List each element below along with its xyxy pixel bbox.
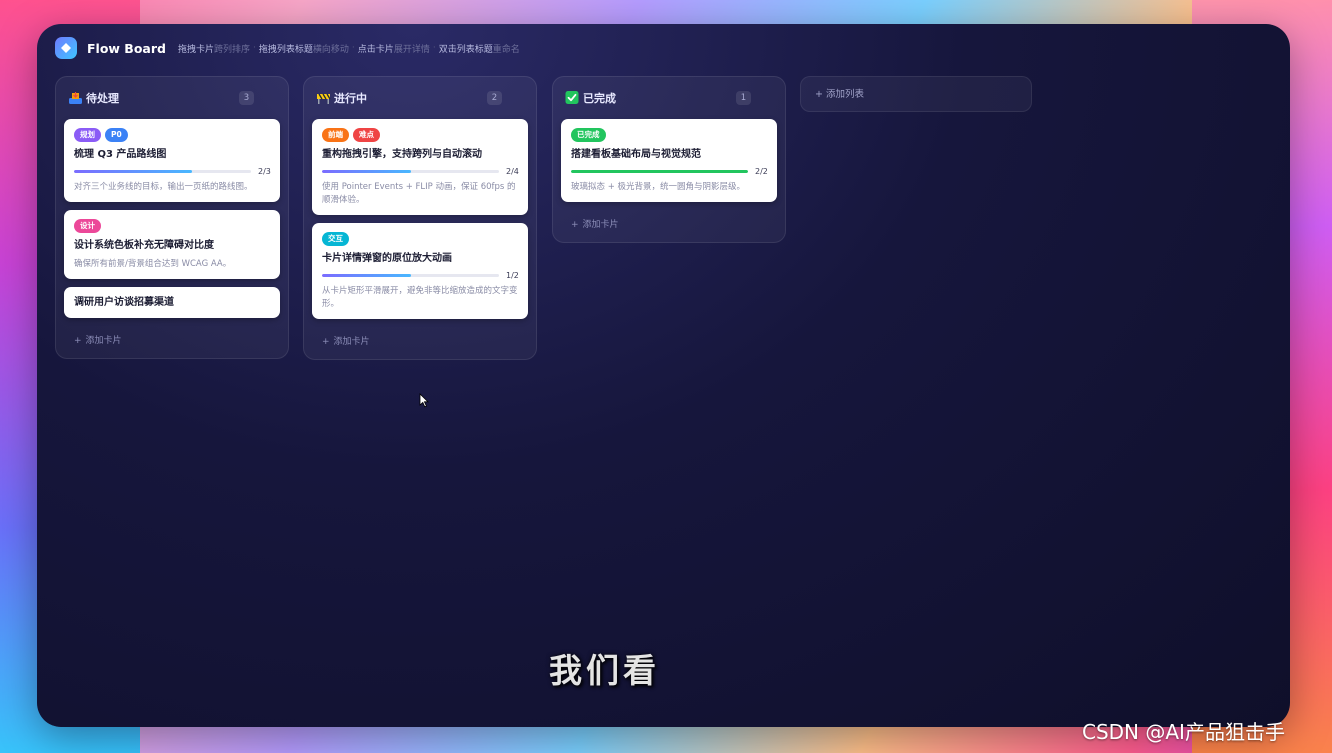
- tag: 规划: [74, 128, 101, 142]
- tag: P0: [105, 128, 128, 142]
- column-header[interactable]: 待处理 3: [56, 77, 288, 119]
- hint-click-card: 点击卡片展开详情: [357, 44, 430, 55]
- column-count-badge: 3: [239, 91, 254, 105]
- column-header[interactable]: 进行中 2: [304, 77, 536, 119]
- progress-fill: [322, 274, 411, 277]
- card-progress: 2/3: [74, 167, 271, 176]
- column-title[interactable]: 已完成: [583, 90, 616, 106]
- tag: 已完成: [571, 128, 606, 142]
- hint-rename-list: 双击列表标题重命名: [438, 44, 520, 55]
- plus-icon: +: [815, 89, 826, 100]
- top-bar: Flow Board 拖拽卡片跨列排序 · 拖拽列表标题横向移动 · 点击卡片展…: [55, 37, 520, 59]
- progress-label: 2/4: [506, 167, 519, 176]
- add-card-label: 添加卡片: [582, 220, 619, 230]
- card-tags: 已完成: [571, 128, 767, 142]
- card[interactable]: 调研用户访谈招募渠道: [64, 287, 280, 318]
- tag: 难点: [353, 128, 380, 142]
- watermark: CSDN @AI产品狙击手: [1082, 720, 1285, 744]
- card-title: 设计系统色板补充无障碍对比度: [74, 240, 214, 251]
- video-subtitle: 我们看: [549, 651, 660, 690]
- progress-track: [571, 170, 748, 173]
- progress-label: 2/3: [258, 167, 271, 176]
- card-title: 调研用户访谈招募渠道: [74, 297, 174, 308]
- add-card-label: 添加卡片: [85, 336, 122, 346]
- hint-separator: ·: [253, 43, 256, 53]
- check-mark-icon: [565, 91, 579, 104]
- card-description: 对齐三个业务线的目标，输出一页纸的路线图。: [74, 182, 253, 192]
- card-tags: 交互: [322, 232, 518, 246]
- plus-icon: +: [571, 220, 579, 230]
- hint-separator: ·: [351, 43, 355, 53]
- progress-track: [74, 170, 251, 173]
- card-progress: 1/2: [322, 271, 519, 280]
- tag: 交互: [322, 232, 349, 246]
- mouse-cursor-icon: [419, 393, 429, 408]
- progress-label: 2/2: [755, 167, 768, 176]
- hint-drag-card: 拖拽卡片跨列排序: [177, 44, 251, 55]
- add-card-button[interactable]: + 添加卡片: [304, 327, 536, 359]
- app-logo-icon: [55, 37, 77, 59]
- column-todo[interactable]: 待处理 3 规划 P0 梳理 Q3 产品路线图 2/3 对齐三个业务线的目标，输…: [55, 76, 289, 359]
- card-description: 使用 Pointer Events + FLIP 动画，保证 60fps 的顺滑…: [322, 182, 516, 205]
- column-count-badge: 2: [487, 91, 502, 105]
- card-title: 搭建看板基础布局与视觉规范: [571, 149, 701, 160]
- card[interactable]: 规划 P0 梳理 Q3 产品路线图 2/3 对齐三个业务线的目标，输出一页纸的路…: [64, 119, 280, 202]
- card[interactable]: 设计 设计系统色板补充无障碍对比度 确保所有前景/背景组合达到 WCAG AA。: [64, 210, 280, 279]
- card[interactable]: 交互 卡片详情弹窗的原位放大动画 1/2 从卡片矩形平滑展开，避免非等比缩放造成…: [312, 223, 528, 319]
- card-title: 梳理 Q3 产品路线图: [74, 149, 167, 160]
- column-title[interactable]: 待处理: [86, 90, 119, 106]
- card-title: 卡片详情弹窗的原位放大动画: [322, 253, 452, 264]
- add-card-button[interactable]: + 添加卡片: [553, 210, 785, 242]
- hint-separator: ·: [432, 43, 436, 53]
- hint-drag-list: 拖拽列表标题横向移动: [258, 44, 349, 55]
- card-title: 重构拖拽引擎，支持跨列与自动滚动: [322, 149, 482, 160]
- add-card-button[interactable]: + 添加卡片: [56, 326, 288, 358]
- progress-track: [322, 274, 499, 277]
- plus-icon: +: [322, 337, 330, 347]
- card-tags: 前端 难点: [322, 128, 518, 142]
- add-list-label: 添加列表: [825, 89, 864, 100]
- card-description: 确保所有前景/背景组合达到 WCAG AA。: [74, 259, 232, 269]
- column-in-progress[interactable]: 进行中 2 前端 难点 重构拖拽引擎，支持跨列与自动滚动 2/4 使用 Poin…: [303, 76, 537, 360]
- card[interactable]: 前端 难点 重构拖拽引擎，支持跨列与自动滚动 2/4 使用 Pointer Ev…: [312, 119, 528, 215]
- card-description: 从卡片矩形平滑展开，避免非等比缩放造成的文字变形。: [322, 286, 518, 309]
- plus-icon: +: [74, 336, 82, 346]
- construction-icon: [317, 93, 331, 104]
- card-tags: 设计: [74, 219, 270, 233]
- card[interactable]: 已完成 搭建看板基础布局与视觉规范 2/2 玻璃拟态 + 极光背景，统一圆角与阴…: [561, 119, 777, 202]
- add-card-label: 添加卡片: [333, 337, 370, 347]
- tag: 前端: [322, 128, 349, 142]
- progress-fill: [571, 170, 748, 173]
- inbox-tray-icon: [69, 92, 82, 104]
- column-header[interactable]: 已完成 1: [553, 77, 785, 119]
- progress-track: [322, 170, 499, 173]
- card-progress: 2/4: [322, 167, 519, 176]
- progress-fill: [74, 170, 192, 173]
- progress-fill: [322, 170, 411, 173]
- column-title[interactable]: 进行中: [334, 90, 367, 106]
- card-progress: 2/2: [571, 167, 768, 176]
- tag: 设计: [74, 219, 101, 233]
- add-list-button[interactable]: + 添加列表: [800, 76, 1032, 112]
- card-tags: 规划 P0: [74, 128, 270, 142]
- app-title: Flow Board: [87, 40, 166, 56]
- column-count-badge: 1: [736, 91, 751, 105]
- card-description: 玻璃拟态 + 极光背景，统一圆角与阴影层级。: [571, 182, 746, 192]
- progress-label: 1/2: [506, 271, 519, 280]
- app-window: Flow Board 拖拽卡片跨列排序 · 拖拽列表标题横向移动 · 点击卡片展…: [37, 24, 1290, 727]
- column-done[interactable]: 已完成 1 已完成 搭建看板基础布局与视觉规范 2/2 玻璃拟态 + 极光背景，…: [552, 76, 786, 243]
